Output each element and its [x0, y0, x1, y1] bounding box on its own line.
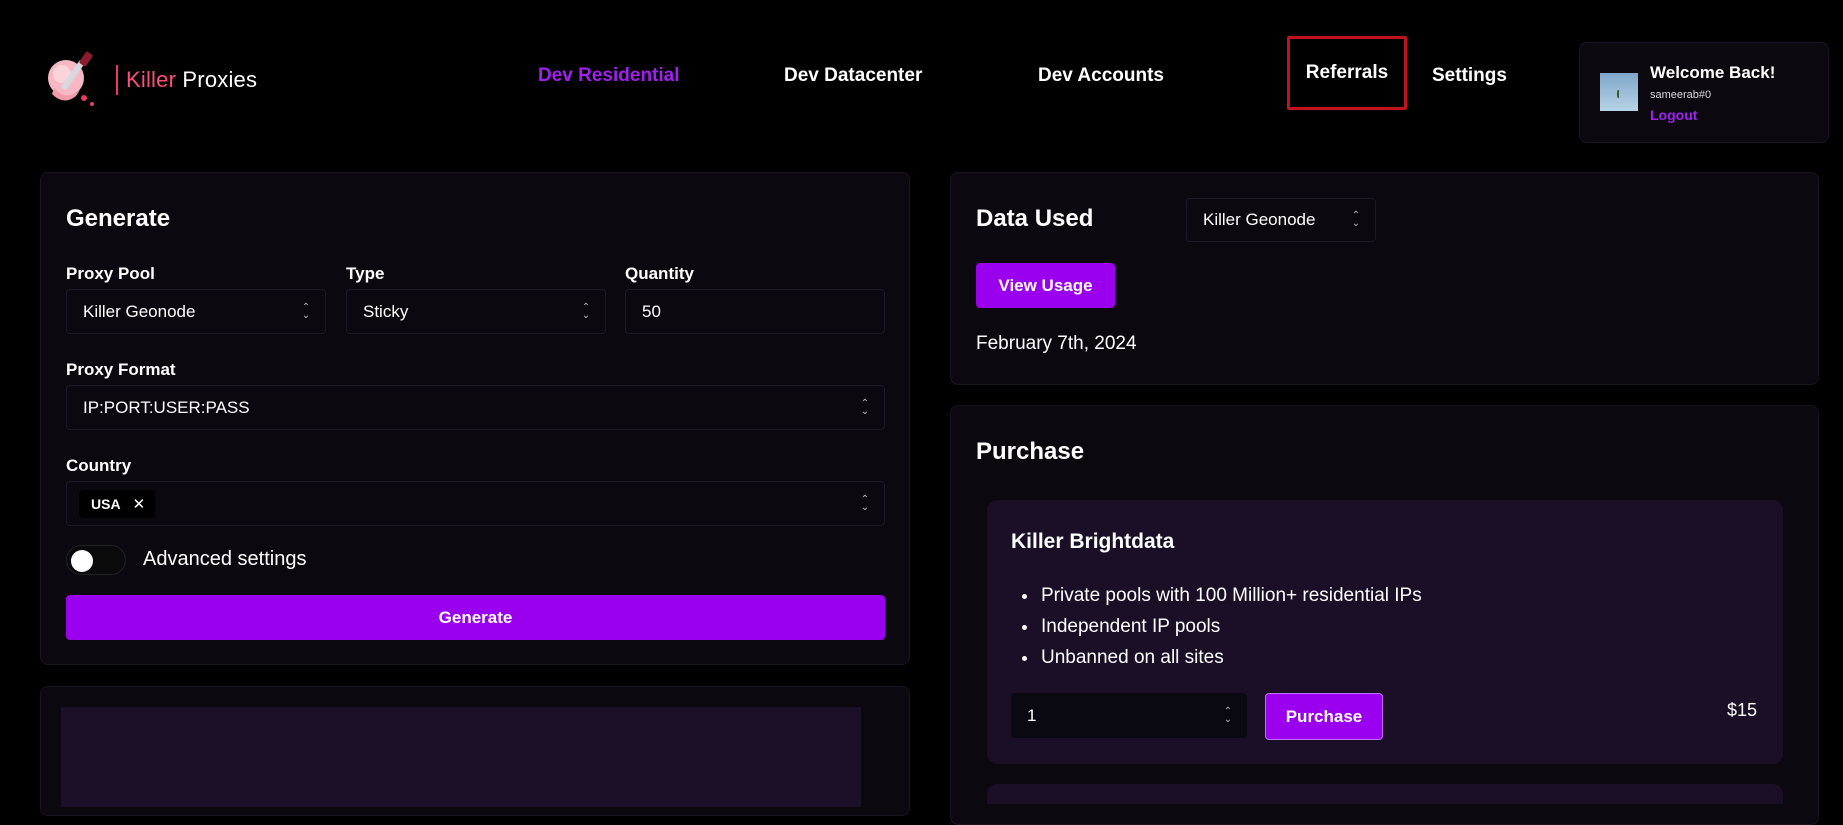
chevron-updown-icon: ⌃ ⌄ — [1351, 210, 1361, 229]
close-icon[interactable]: ✕ — [133, 495, 146, 513]
list-item: Unbanned on all sites — [1039, 642, 1422, 673]
country-chip: USA ✕ — [79, 489, 156, 518]
nav-settings[interactable]: Settings — [1432, 65, 1507, 87]
proxy-pool-select[interactable]: Killer Geonode ⌃ ⌄ — [66, 289, 326, 334]
proxy-format-select[interactable]: IP:PORT:USER:PASS ⌃ ⌄ — [66, 385, 885, 430]
logo-divider — [116, 65, 118, 95]
advanced-settings-toggle[interactable] — [66, 545, 126, 575]
quantity-value: 50 — [642, 301, 661, 321]
generate-button[interactable]: Generate — [66, 595, 885, 640]
proxy-pool-value: Killer Geonode — [83, 301, 196, 321]
welcome-text: Welcome Back! — [1650, 63, 1776, 82]
brand-name: Killer Proxies — [126, 67, 257, 93]
nav-dev-accounts[interactable]: Dev Accounts — [1038, 65, 1164, 87]
type-value: Sticky — [363, 301, 409, 321]
proxy-pool-label: Proxy Pool — [66, 264, 155, 283]
nav-referrals[interactable]: Referrals — [1287, 36, 1407, 110]
chevron-updown-icon: ⌃ ⌄ — [581, 301, 591, 321]
type-label: Type — [346, 264, 385, 283]
generate-title: Generate — [66, 205, 171, 232]
top-header: Killer Proxies Dev Residential Dev Datac… — [0, 0, 1843, 160]
toggle-knob — [71, 550, 93, 572]
country-label: Country — [66, 456, 132, 475]
type-select[interactable]: Sticky ⌃ ⌄ — [346, 289, 606, 334]
country-multiselect[interactable]: USA ✕ ⌃ ⌄ — [66, 481, 885, 526]
data-used-title: Data Used — [976, 205, 1094, 232]
list-item: Private pools with 100 Million+ resident… — [1039, 580, 1422, 611]
username: sameerab#0 — [1650, 89, 1712, 101]
chevron-updown-icon: ⌃ ⌄ — [860, 397, 870, 417]
usage-date: February 7th, 2024 — [976, 333, 1137, 354]
chevron-updown-icon: ⌃ ⌄ — [301, 301, 311, 321]
advanced-settings-label: Advanced settings — [143, 548, 307, 570]
generate-card: Generate Proxy Pool Killer Geonode ⌃ ⌄ Ty… — [40, 172, 910, 665]
product-price: $15 — [1726, 700, 1757, 720]
nav-dev-datacenter[interactable]: Dev Datacenter — [784, 65, 922, 87]
quantity-label: Quantity — [625, 264, 694, 283]
proxy-format-value: IP:PORT:USER:PASS — [83, 397, 250, 417]
data-used-pool-value: Killer Geonode — [1203, 210, 1316, 229]
brand-logo[interactable]: Killer Proxies — [40, 50, 257, 110]
proxy-output-area[interactable] — [61, 707, 861, 807]
brand-name-part2: Proxies — [182, 67, 258, 92]
purchase-button[interactable]: Purchase — [1265, 693, 1383, 740]
data-used-pool-select[interactable]: Killer Geonode ⌃ ⌄ — [1186, 198, 1376, 242]
brand-name-part1: Killer — [126, 67, 177, 92]
proxy-format-label: Proxy Format — [66, 360, 176, 379]
next-product-card — [987, 784, 1783, 804]
logout-link[interactable]: Logout — [1650, 107, 1697, 123]
output-card — [40, 686, 910, 816]
product-quantity-select[interactable]: 1 ⌃ ⌄ — [1011, 693, 1247, 738]
product-features: Private pools with 100 Million+ resident… — [1011, 580, 1422, 673]
chevron-updown-icon: ⌃ ⌄ — [1223, 705, 1233, 725]
chevron-updown-icon: ⌃ ⌄ — [860, 493, 870, 513]
product-quantity-value: 1 — [1027, 705, 1037, 725]
view-usage-button[interactable]: View Usage — [976, 263, 1115, 308]
product-name: Killer Brightdata — [1011, 530, 1175, 553]
avatar[interactable] — [1600, 73, 1638, 111]
country-chip-label: USA — [91, 495, 121, 512]
quantity-input[interactable]: 50 — [625, 289, 885, 334]
user-card: Welcome Back! sameerab#0 Logout — [1579, 42, 1829, 143]
nav-dev-residential[interactable]: Dev Residential — [538, 65, 680, 87]
list-item: Independent IP pools — [1039, 611, 1422, 642]
purchase-title: Purchase — [976, 438, 1085, 465]
knife-logo-icon — [40, 50, 112, 110]
product-card: Killer Brightdata Private pools with 100… — [987, 500, 1783, 764]
